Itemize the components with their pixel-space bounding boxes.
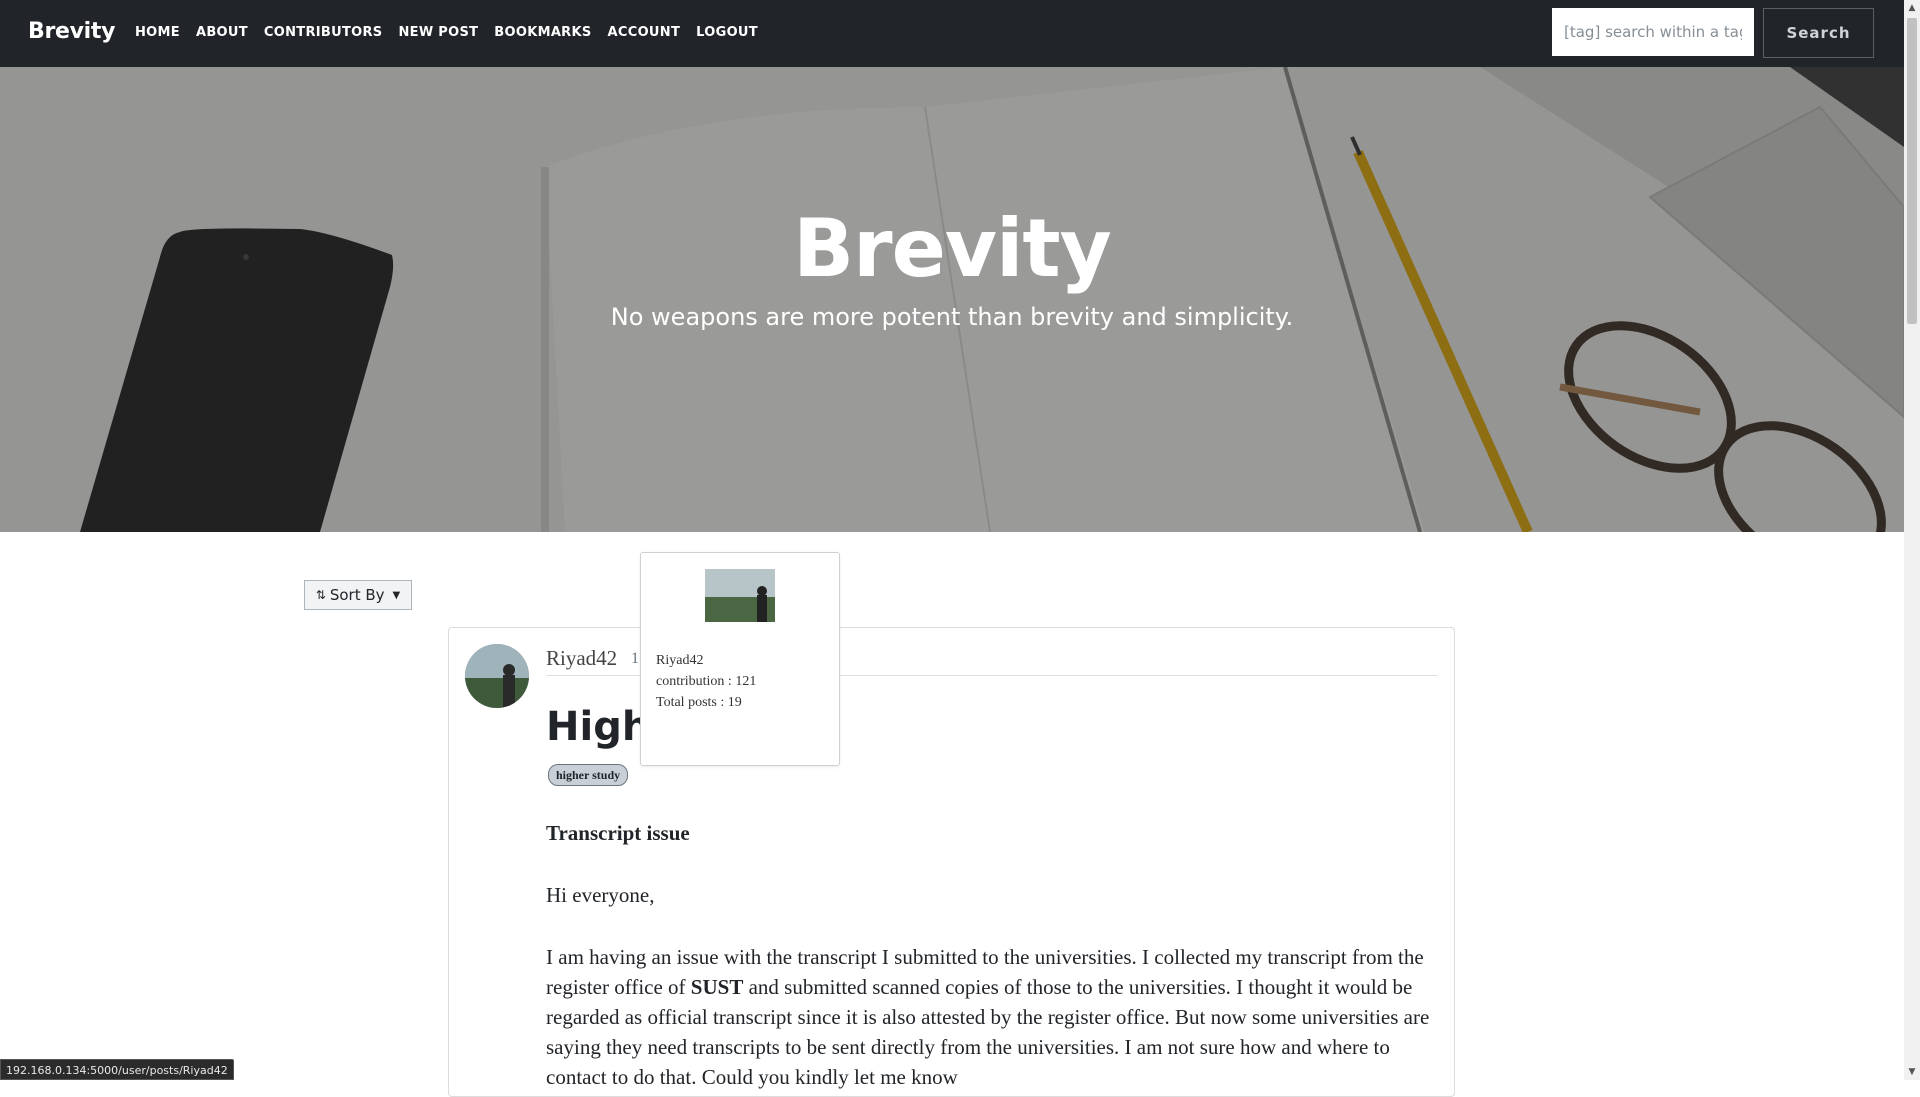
- nav-new-post[interactable]: NEW POST: [398, 25, 478, 40]
- hero-overlay: [0, 67, 1904, 532]
- nav-links: HOME ABOUT CONTRIBUTORS NEW POST BOOKMAR…: [135, 25, 774, 40]
- brand-logo[interactable]: Brevity: [28, 19, 115, 44]
- tag-badge[interactable]: higher study: [548, 764, 629, 786]
- post-subheading: Transcript issue: [546, 821, 690, 845]
- nav-contributors[interactable]: CONTRIBUTORS: [264, 25, 383, 40]
- user-hover-popover: Riyad42 contribution : 121 Total posts :…: [640, 552, 840, 766]
- scroll-down-icon[interactable]: ▼: [1904, 1064, 1920, 1080]
- popover-contribution: contribution : 121: [656, 674, 757, 689]
- page-scrollbar[interactable]: ▲ ▼: [1904, 0, 1920, 1080]
- nav-bookmarks[interactable]: BOOKMARKS: [494, 25, 591, 40]
- status-bar-url: 192.168.0.134:5000/user/posts/Riyad42: [0, 1059, 234, 1080]
- scroll-up-icon[interactable]: ▲: [1904, 0, 1920, 16]
- post-card: Riyad42 1 Highe higher study Transcript …: [448, 627, 1455, 1097]
- search-button[interactable]: Search: [1763, 8, 1874, 58]
- nav-logout[interactable]: LOGOUT: [696, 25, 758, 40]
- post-body: I am having an issue with the transcript…: [546, 942, 1441, 1092]
- avatar[interactable]: [465, 644, 529, 708]
- nav-home[interactable]: HOME: [135, 25, 180, 40]
- scroll-thumb[interactable]: [1907, 18, 1917, 324]
- post-body-bold: SUST: [690, 975, 744, 999]
- popover-user-photo: [705, 569, 775, 622]
- post-author-link[interactable]: Riyad42: [546, 646, 617, 671]
- hero-title: Brevity: [793, 202, 1112, 295]
- post-greeting: Hi everyone,: [546, 883, 655, 907]
- top-navbar: Brevity HOME ABOUT CONTRIBUTORS NEW POST…: [0, 0, 1904, 67]
- user-photo: [705, 569, 775, 622]
- popover-total-posts: Total posts : 19: [656, 695, 742, 710]
- sort-by-label: Sort By: [329, 586, 385, 604]
- chevron-down-icon: ▼: [392, 589, 401, 601]
- tag-search-input[interactable]: [1552, 8, 1754, 56]
- sort-icon: ⇅: [315, 588, 326, 602]
- post-date: 1: [631, 650, 639, 667]
- sort-by-button[interactable]: ⇅ Sort By ▼: [304, 580, 412, 610]
- popover-username: Riyad42: [656, 653, 704, 668]
- avatar-photo: [465, 644, 529, 708]
- nav-about[interactable]: ABOUT: [196, 25, 248, 40]
- nav-account[interactable]: ACCOUNT: [608, 25, 681, 40]
- hero-banner: Brevity No weapons are more potent than …: [0, 67, 1904, 532]
- hero-subtitle: No weapons are more potent than brevity …: [610, 303, 1294, 331]
